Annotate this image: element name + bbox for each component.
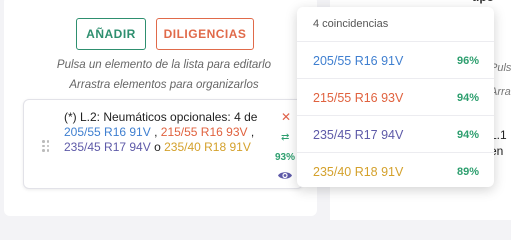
- list-item[interactable]: (*) L.2: Neumáticos opcionales: 4 de 205…: [23, 99, 303, 189]
- suggestion-row[interactable]: 235/45 R17 94V 94%: [297, 115, 494, 152]
- drag-handle-icon[interactable]: [42, 140, 50, 152]
- suggestion-row[interactable]: 215/55 R16 93V 94%: [297, 78, 494, 115]
- option-link[interactable]: 235/40 R18 91V: [164, 140, 251, 154]
- separator: ,: [150, 125, 161, 139]
- suggestion-label: 205/55 R16 91V: [313, 54, 404, 68]
- suggestion-row[interactable]: 235/40 R18 91V 89%: [297, 152, 494, 189]
- close-icon[interactable]: ✕: [281, 110, 291, 124]
- suggestion-percent: 94%: [456, 92, 479, 104]
- item-description: (*) L.2: Neumáticos opcionales: 4 de 205…: [64, 110, 269, 155]
- diligencias-button[interactable]: DILIGENCIAS: [156, 18, 254, 50]
- suggestion-percent: 89%: [456, 166, 479, 178]
- swap-arrows-icon[interactable]: ⇄: [281, 132, 289, 143]
- matches-header: 4 coincidencias: [313, 18, 389, 30]
- suggestion-row[interactable]: 205/55 R16 91V 96%: [297, 41, 494, 78]
- edit-hint: Pulsa un elemento de la lista para edita…: [56, 59, 272, 71]
- suggestion-percent: 94%: [456, 129, 479, 141]
- add-button[interactable]: AÑADIR: [76, 18, 146, 50]
- suggestion-label: 235/45 R17 94V: [313, 128, 404, 142]
- option-link[interactable]: 215/55 R16 93V: [161, 125, 248, 139]
- eye-icon[interactable]: [277, 168, 293, 186]
- item-prefix: (*) L.2: Neumáticos opcionales: 4 de: [64, 110, 258, 124]
- conjunction: o: [150, 140, 165, 154]
- separator: ,: [247, 125, 255, 139]
- order-hint: Arrastra elementos para organizarlos: [69, 79, 259, 91]
- suggestion-label: 235/40 R18 91V: [313, 165, 404, 179]
- editor-card: AÑADIR DILIGENCIAS Pulsa un elemento de …: [4, 0, 317, 216]
- suggestion-label: 215/55 R16 93V: [313, 91, 404, 105]
- panel-header-text: tipo: [472, 0, 494, 4]
- option-link[interactable]: 205/55 R16 91V: [64, 125, 151, 139]
- suggestion-percent: 96%: [456, 55, 479, 67]
- match-percent: 93%: [275, 152, 296, 163]
- option-link[interactable]: 235/45 R17 94V: [64, 140, 151, 154]
- suggestions-dropdown: 4 coincidencias 205/55 R16 91V 96% 215/5…: [297, 7, 494, 187]
